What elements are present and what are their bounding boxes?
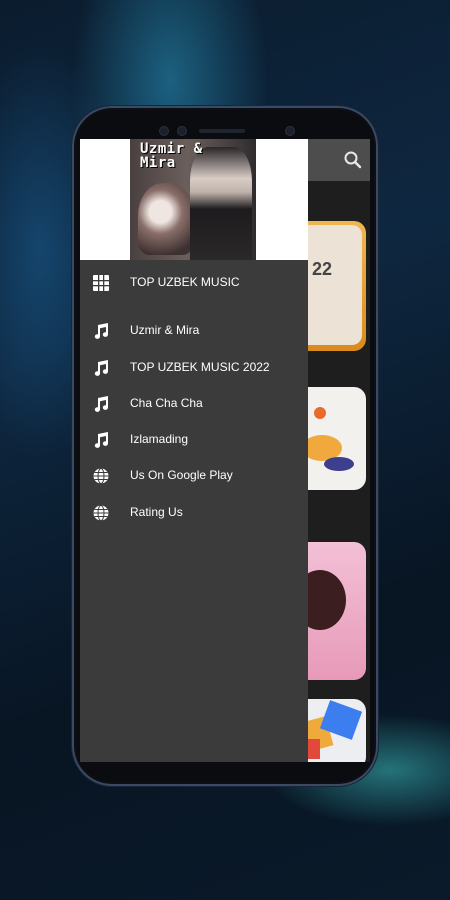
drawer-item-izlamading[interactable]: Izlamading	[80, 425, 308, 455]
navigation-drawer: Uzmir & Mira TOP UZBEK MUSIC Uzmir & Mir…	[80, 139, 308, 762]
globe-icon	[92, 504, 110, 522]
drawer-item-label: Us On Google Play	[130, 468, 233, 482]
drawer-item-us-on-google-play[interactable]: Us On Google Play	[80, 461, 308, 491]
drawer-item-top-uzbek-music-2022[interactable]: TOP UZBEK MUSIC 2022	[80, 353, 308, 383]
album-cover-caption: Uzmir & Mira	[140, 141, 203, 171]
drawer-item-cha-cha-cha[interactable]: Cha Cha Cha	[80, 389, 308, 419]
drawer-item-label: Uzmir & Mira	[130, 323, 200, 337]
drawer-item-label: TOP UZBEK MUSIC 2022	[130, 360, 270, 374]
music-note-icon	[92, 322, 110, 340]
app-screen: 22 Uzmir & Mira TOP UZBEK MUSIC Uzmir & …	[80, 139, 370, 762]
phone-frame: 22 Uzmir & Mira TOP UZBEK MUSIC Uzmir & …	[72, 106, 378, 786]
album-cover-image: Uzmir & Mira	[130, 139, 256, 260]
drawer-header: Uzmir & Mira	[80, 139, 308, 260]
music-note-icon	[92, 395, 110, 413]
music-note-icon	[92, 359, 110, 377]
grid-icon	[92, 274, 110, 292]
drawer-item-top-uzbek-music[interactable]: TOP UZBEK MUSIC	[80, 268, 308, 298]
globe-icon	[92, 467, 110, 485]
drawer-item-label: TOP UZBEK MUSIC	[130, 275, 240, 289]
drawer-item-label: Rating Us	[130, 505, 183, 519]
search-icon[interactable]	[342, 149, 364, 171]
camera-bar	[147, 124, 307, 138]
drawer-item-label: Izlamading	[130, 432, 189, 446]
music-note-icon	[92, 431, 110, 449]
album-card-text: 22	[312, 259, 333, 279]
drawer-item-uzmir-mira[interactable]: Uzmir & Mira	[80, 316, 308, 346]
drawer-item-rating-us[interactable]: Rating Us	[80, 498, 308, 528]
drawer-item-label: Cha Cha Cha	[130, 396, 203, 410]
